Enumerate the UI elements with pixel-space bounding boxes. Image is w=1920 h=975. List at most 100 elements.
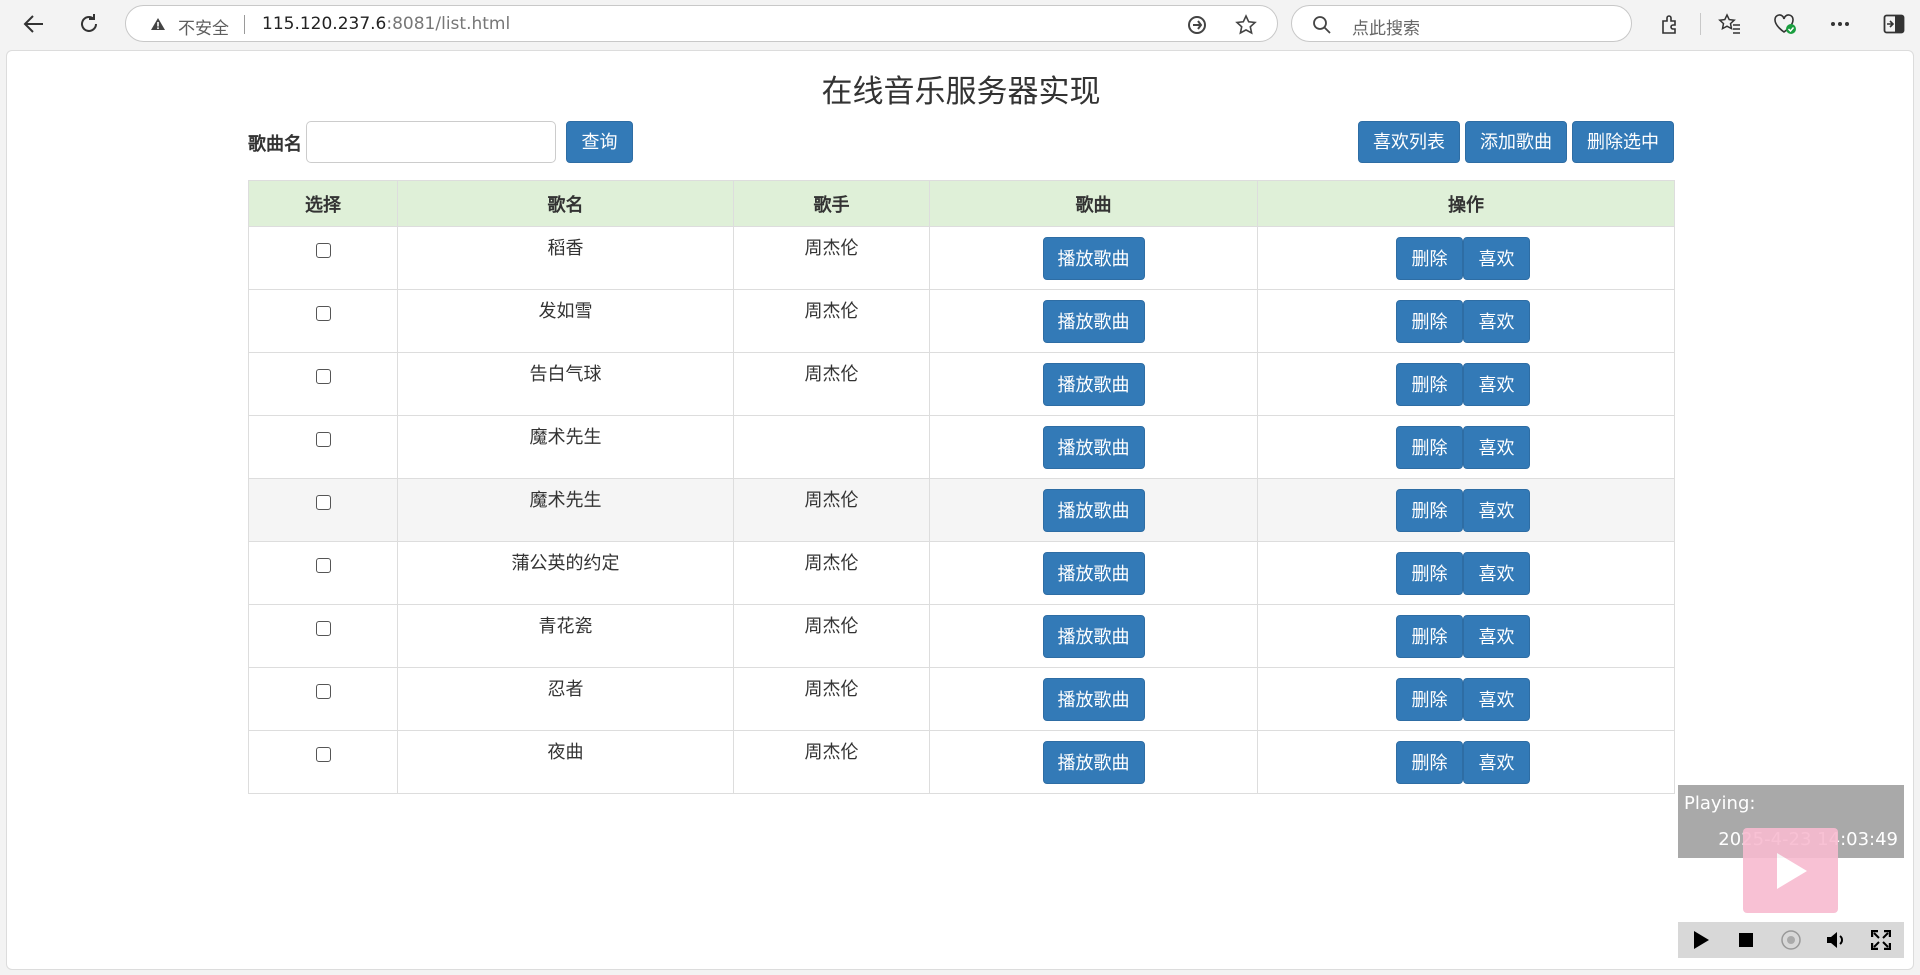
play-song-button[interactable]: 播放歌曲	[1042, 237, 1145, 280]
back-arrow-icon	[23, 15, 43, 33]
play-song-button[interactable]: 播放歌曲	[1042, 615, 1145, 658]
artist-cell: 周杰伦	[733, 226, 930, 290]
column-header-select: 选择	[248, 180, 398, 227]
delete-button[interactable]: 删除	[1396, 300, 1463, 343]
delete-selected-button[interactable]: 删除选中	[1572, 121, 1674, 163]
address-bar[interactable]: 不安全 115.120.237.6:8081/list.html	[125, 5, 1278, 42]
row-checkbox[interactable]	[315, 243, 331, 258]
volume-control[interactable]	[1822, 926, 1850, 954]
row-checkbox[interactable]	[315, 432, 331, 447]
song-title: 蒲公英的约定	[511, 553, 620, 574]
column-header-song: 歌曲	[929, 180, 1258, 227]
row-checkbox[interactable]	[315, 684, 331, 699]
play-cell: 播放歌曲	[929, 226, 1258, 290]
actions-cell: 删除 喜欢	[1257, 415, 1675, 479]
search-placeholder: 点此搜索	[1352, 19, 1420, 39]
song-title: 魔术先生	[529, 490, 602, 511]
title-cell: 告白气球	[397, 352, 734, 416]
like-button[interactable]: 喜欢	[1463, 615, 1530, 658]
select-cell	[248, 667, 398, 731]
like-button[interactable]: 喜欢	[1463, 552, 1530, 595]
favorites-icon[interactable]	[1716, 10, 1744, 38]
actions-cell: 删除 喜欢	[1257, 541, 1675, 605]
song-title: 发如雪	[538, 301, 593, 322]
title-cell: 夜曲	[397, 730, 734, 794]
delete-button[interactable]: 删除	[1396, 615, 1463, 658]
play-song-button[interactable]: 播放歌曲	[1042, 300, 1145, 343]
like-button[interactable]: 喜欢	[1463, 363, 1530, 406]
query-button[interactable]: 查询	[566, 121, 633, 163]
favorites-list-button[interactable]: 喜欢列表	[1358, 121, 1460, 163]
page-title: 在线音乐服务器实现	[821, 74, 1101, 110]
row-checkbox[interactable]	[315, 747, 331, 762]
play-control[interactable]	[1687, 926, 1715, 954]
like-button[interactable]: 喜欢	[1463, 426, 1530, 469]
like-button[interactable]: 喜欢	[1463, 678, 1530, 721]
row-checkbox[interactable]	[315, 369, 331, 384]
add-song-button[interactable]: 添加歌曲	[1465, 121, 1567, 163]
play-song-button[interactable]: 播放歌曲	[1042, 741, 1145, 784]
delete-button[interactable]: 删除	[1396, 741, 1463, 784]
play-song-button[interactable]: 播放歌曲	[1042, 426, 1145, 469]
delete-button[interactable]: 删除	[1396, 237, 1463, 280]
song-title: 魔术先生	[529, 427, 602, 448]
actions-cell: 删除 喜欢	[1257, 604, 1675, 668]
delete-button[interactable]: 删除	[1396, 426, 1463, 469]
play-song-button[interactable]: 播放歌曲	[1042, 363, 1145, 406]
title-cell: 青花瓷	[397, 604, 734, 668]
stop-control[interactable]	[1732, 926, 1760, 954]
security-label: 不安全	[178, 19, 229, 39]
delete-button[interactable]: 删除	[1396, 552, 1463, 595]
select-cell	[248, 541, 398, 605]
column-header-title: 歌名	[397, 180, 734, 227]
table-row: 夜曲 周杰伦 播放歌曲 删除 喜欢	[248, 730, 1675, 794]
select-cell	[248, 289, 398, 353]
more-menu-icon[interactable]	[1826, 10, 1854, 38]
artist-cell: 周杰伦	[733, 541, 930, 605]
table-header-row: 选择 歌名 歌手 歌曲 操作	[248, 180, 1675, 227]
extensions-icon[interactable]	[1656, 10, 1684, 38]
warning-icon	[151, 18, 165, 30]
fullscreen-control[interactable]	[1867, 926, 1895, 954]
row-checkbox[interactable]	[315, 621, 331, 636]
browser-essentials-icon[interactable]	[1771, 10, 1799, 38]
song-artist: 周杰伦	[804, 616, 859, 637]
back-button[interactable]	[16, 6, 52, 42]
play-song-button[interactable]: 播放歌曲	[1042, 489, 1145, 532]
url-text[interactable]: 115.120.237.6:8081/list.html	[262, 14, 510, 34]
delete-button[interactable]: 删除	[1396, 363, 1463, 406]
like-button[interactable]: 喜欢	[1463, 300, 1530, 343]
song-title: 青花瓷	[538, 616, 593, 637]
artist-cell: 周杰伦	[733, 289, 930, 353]
play-icon	[1776, 852, 1807, 889]
artist-cell: 周杰伦	[733, 667, 930, 731]
delete-button[interactable]: 删除	[1396, 489, 1463, 532]
like-button[interactable]: 喜欢	[1463, 237, 1530, 280]
song-search-input[interactable]	[306, 121, 556, 163]
select-cell	[248, 604, 398, 668]
row-checkbox[interactable]	[315, 306, 331, 321]
play-cell: 播放歌曲	[929, 667, 1258, 731]
fullscreen-icon	[1871, 930, 1892, 950]
refresh-button[interactable]	[71, 6, 107, 42]
volume-icon	[1827, 932, 1844, 948]
favorite-star-icon[interactable]	[1235, 14, 1257, 36]
read-aloud-icon[interactable]	[1187, 15, 1207, 35]
play-song-button[interactable]: 播放歌曲	[1042, 678, 1145, 721]
delete-button[interactable]: 删除	[1396, 678, 1463, 721]
play-cell: 播放歌曲	[929, 415, 1258, 479]
select-cell	[248, 415, 398, 479]
record-control[interactable]	[1777, 926, 1805, 954]
play-cell: 播放歌曲	[929, 478, 1258, 542]
play-song-button[interactable]: 播放歌曲	[1042, 552, 1145, 595]
title-cell: 魔术先生	[397, 478, 734, 542]
sidebar-toggle-icon[interactable]	[1880, 10, 1908, 38]
big-play-button[interactable]	[1743, 828, 1838, 913]
row-checkbox[interactable]	[315, 558, 331, 573]
row-checkbox[interactable]	[315, 495, 331, 510]
actions-cell: 删除 喜欢	[1257, 289, 1675, 353]
like-button[interactable]: 喜欢	[1463, 489, 1530, 532]
actions-cell: 删除 喜欢	[1257, 730, 1675, 794]
like-button[interactable]: 喜欢	[1463, 741, 1530, 784]
browser-search-box[interactable]: 点此搜索	[1291, 5, 1632, 42]
